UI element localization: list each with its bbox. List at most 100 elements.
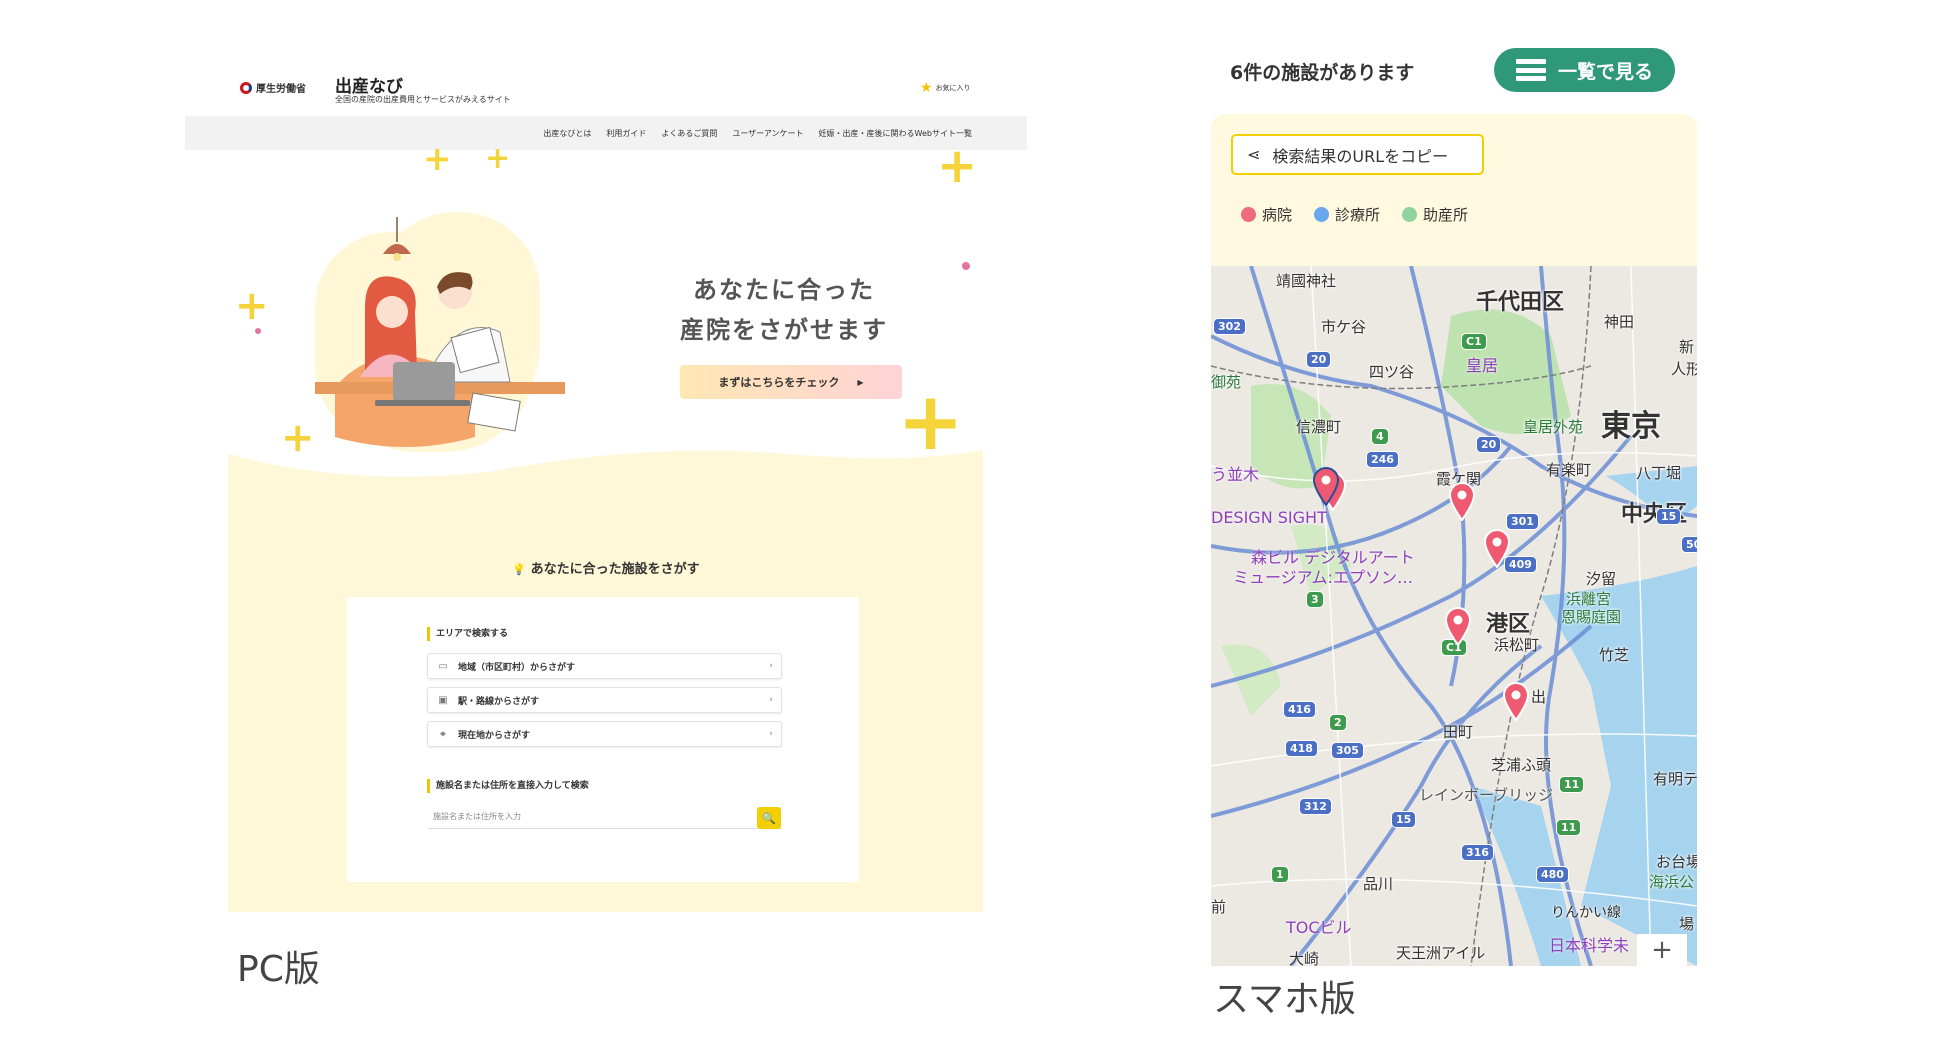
map-label-rainbow: レインボーブリッジ <box>1419 786 1554 804</box>
row-label: 地域（市区町村）からさがす <box>458 662 576 673</box>
legend-clinic: 診療所 <box>1314 204 1380 225</box>
map-label-kanda: 神田 <box>1604 313 1635 331</box>
decor-dot <box>255 328 261 334</box>
map-label-shiodome: 汐留 <box>1586 570 1617 588</box>
nav-item-links[interactable]: 妊娠・出産・産後に関わるWebサイト一覧 <box>819 128 972 139</box>
sp-caption: スマホ版 <box>1213 979 1356 1020</box>
route-shield: 50 <box>1681 536 1697 553</box>
hospital-pin[interactable] <box>1482 528 1512 568</box>
hero-line-1: あなたに合った <box>693 276 875 304</box>
map-label-bay-line: りんかい線 <box>1551 905 1621 921</box>
route-shield: 1 <box>1271 866 1289 883</box>
map-label-daiba: お台場 <box>1656 853 1697 871</box>
search-by-station-button[interactable]: ▣ 駅・路線からさがす › <box>427 687 782 713</box>
map-label-ba: 場 <box>1679 915 1695 933</box>
hospital-pin[interactable] <box>1443 606 1473 646</box>
map-label-de: 出 <box>1531 688 1547 706</box>
route-shield: 316 <box>1461 844 1494 861</box>
location-pin-icon: ⌖ <box>440 728 446 740</box>
hospital-pin[interactable] <box>1311 466 1341 506</box>
nav-item-survey[interactable]: ユーザーアンケート <box>732 128 803 139</box>
route-shield: 480 <box>1536 866 1569 883</box>
route-shield: 4 <box>1371 428 1389 445</box>
zoom-in-button[interactable]: + <box>1637 934 1687 966</box>
pc-version-screenshot: 厚生労働省 出産なび 全国の産院の出産費用とサービスがみえるサイト ★ お気に入… <box>185 62 1027 912</box>
map-label-shinagawa: 品川 <box>1363 875 1394 893</box>
nav-item-guide[interactable]: 利用ガイド <box>606 128 646 139</box>
check-cta-button[interactable]: まずはこちらをチェック ▶ <box>680 365 902 399</box>
map-poi-museum: ミュージアム:エプソン… <box>1233 568 1413 587</box>
caret-right-icon: ▶ <box>857 377 864 387</box>
map-label-chiyoda: 千代田区 <box>1476 290 1565 315</box>
route-shield: 20 <box>1306 351 1332 368</box>
map-label-shin: 新 <box>1679 338 1695 356</box>
hospital-pin[interactable] <box>1447 481 1477 521</box>
route-shield: 11 <box>1556 819 1582 836</box>
ministry-logo-icon <box>240 81 252 94</box>
search-by-municipality-button[interactable]: ▭ 地域（市区町村）からさがす › <box>427 653 782 679</box>
facility-count: 6件の施設があります <box>1230 62 1415 84</box>
map-label-tennozu: 天王洲アイル <box>1396 944 1486 962</box>
hospital-pin[interactable] <box>1501 681 1531 721</box>
find-facility-heading: 💡 あなたに合った施設をさがす <box>512 562 700 577</box>
pc-header: 厚生労働省 出産なび 全国の産院の出産費用とサービスがみえるサイト ★ お気に入… <box>185 62 1027 116</box>
search-by-location-button[interactable]: ⌖ 現在地からさがす › <box>427 721 782 747</box>
list-button-label: 一覧で見る <box>1557 60 1653 83</box>
direct-search-label: 施設名または住所を直接入力して検索 <box>427 779 589 793</box>
global-nav: 出産なびとは 利用ガイド よくあるご質問 ユーザーアンケート 妊娠・出産・産後に… <box>185 116 1027 150</box>
map-poi-design-sight: DESIGN SIGHT <box>1211 508 1327 527</box>
nav-item-faq[interactable]: よくあるご質問 <box>661 128 717 139</box>
view-list-button[interactable]: 一覧で見る <box>1494 48 1675 92</box>
favorite-label: お気に入り <box>935 84 971 92</box>
share-icon: ⋖ <box>1247 145 1261 164</box>
route-shield: 418 <box>1285 740 1318 757</box>
nav-item-about[interactable]: 出産なびとは <box>543 128 591 139</box>
chevron-right-icon: › <box>769 695 773 705</box>
map-poi-toc: TOCビル <box>1286 918 1352 937</box>
legend-hospital: 病院 <box>1241 204 1292 225</box>
map-label-yurakucho: 有楽町 <box>1546 461 1592 479</box>
map-legend: 病院 診療所 助産所 <box>1241 204 1468 225</box>
search-button[interactable]: 🔍 <box>757 807 781 829</box>
sparkle-icon: + <box>937 138 978 194</box>
map-label-en: 御苑 <box>1211 373 1242 391</box>
route-shield: C1 <box>1461 333 1487 350</box>
map-label-hatchobori: 八丁堀 <box>1636 464 1682 482</box>
map-controls-panel: ⋖ 検索結果のURLをコピー 病院 診療所 助産所 <box>1211 114 1697 266</box>
train-icon: ▣ <box>438 694 448 706</box>
map-poi-namiki: う並木 <box>1211 465 1260 484</box>
facility-search-input[interactable]: 施設名または住所を入力 <box>427 804 782 829</box>
map-label-ichigaya: 市ケ谷 <box>1321 318 1367 336</box>
favorite-link[interactable]: ★ お気に入り <box>920 80 971 96</box>
route-shield: 312 <box>1299 798 1332 815</box>
lightbulb-icon: 💡 <box>512 563 527 576</box>
route-shield: 11 <box>1559 776 1585 793</box>
chevron-right-icon: › <box>769 729 773 739</box>
map-label-mae: 前 <box>1211 898 1227 916</box>
site-subtitle: 全国の産院の出産費用とサービスがみえるサイト <box>335 95 511 104</box>
facility-map[interactable]: 千代田区 東京 中央区 港区 市ケ谷 四ツ谷 信濃町 皇居 皇居外苑 霞ケ関 有… <box>1211 266 1697 966</box>
cta-label: まずはこちらをチェック <box>718 376 840 389</box>
route-shield: 15 <box>1656 508 1682 525</box>
sparkle-icon: + <box>235 283 269 329</box>
row-label: 現在地からさがす <box>458 730 531 741</box>
map-label-kaihin: 海浜公 <box>1649 873 1695 891</box>
list-icon <box>1515 59 1546 81</box>
map-label-kokyo-gaien: 皇居外苑 <box>1523 418 1584 436</box>
route-shield: 2 <box>1329 714 1347 731</box>
ministry-logo[interactable]: 厚生労働省 <box>240 80 306 95</box>
map-label-yasukuni: 靖國神社 <box>1276 272 1337 290</box>
map-poi-kokyo: 皇居 <box>1466 356 1499 375</box>
chevron-right-icon: › <box>769 661 773 671</box>
map-label-tamachi: 田町 <box>1443 723 1474 741</box>
row-label: 駅・路線からさがす <box>458 696 540 707</box>
sparkle-icon: + <box>423 139 452 179</box>
route-shield: 416 <box>1283 701 1316 718</box>
star-icon: ★ <box>920 80 933 96</box>
route-shield: 302 <box>1213 318 1246 335</box>
copy-url-button[interactable]: ⋖ 検索結果のURLをコピー <box>1231 134 1484 175</box>
ministry-name: 厚生労働省 <box>256 84 306 95</box>
route-shield: 20 <box>1476 436 1502 453</box>
route-shield: 305 <box>1331 742 1364 759</box>
map-label-tokyo: 東京 <box>1601 409 1661 444</box>
